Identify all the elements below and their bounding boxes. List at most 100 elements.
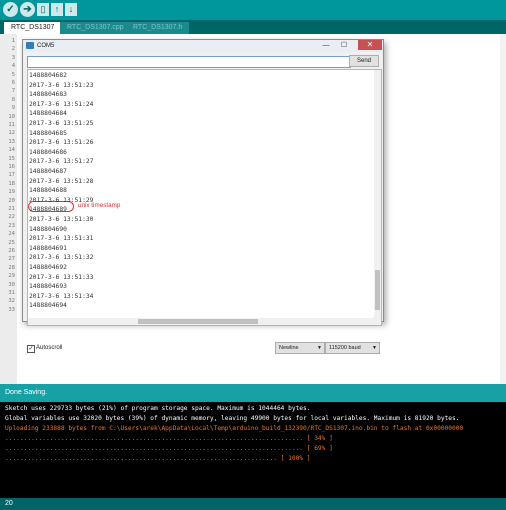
console-line: Sketch uses 229733 bytes (21%) of progra… xyxy=(5,405,311,412)
line-number: 29 xyxy=(8,273,15,280)
save-icon[interactable]: ↓ xyxy=(65,3,77,16)
line-number: 17 xyxy=(8,172,15,179)
console-line: Uploading 233888 bytes from C:\Users\are… xyxy=(5,425,464,432)
serial-line: 2017-3-6 13:51:33 xyxy=(29,273,94,281)
footer-line-number: 20 xyxy=(5,500,13,507)
line-number: 14 xyxy=(8,147,15,154)
chevron-down-icon: ▼ xyxy=(372,345,377,351)
serial-line: 2017-3-6 13:51:31 xyxy=(29,235,94,243)
tab-rtc-ds1307-h[interactable]: RTC_DS1307.h xyxy=(126,22,190,34)
baud-rate-value: 115200 baud xyxy=(329,345,361,351)
serial-line: 2017-3-6 13:51:28 xyxy=(29,177,94,185)
tab-rtc-ds1307-cpp[interactable]: RTC_DS1307.cpp xyxy=(60,22,131,34)
line-number: 8 xyxy=(11,96,15,103)
line-number: 22 xyxy=(8,214,15,221)
window-titlebar[interactable]: COM5 — ☐ ✕ xyxy=(23,40,383,52)
serial-line: 2017-3-6 13:51:26 xyxy=(29,139,94,147)
autoscroll-checkbox[interactable]: ✓ xyxy=(27,345,35,353)
line-number: 19 xyxy=(8,189,15,196)
minimize-icon[interactable]: — xyxy=(320,41,332,50)
line-number: 26 xyxy=(8,248,15,254)
console-line: ........................................… xyxy=(5,455,311,462)
line-number: 24 xyxy=(8,231,15,238)
line-number: 32 xyxy=(8,298,15,305)
tab-rtc-ds1307[interactable]: RTC_DS1307 xyxy=(4,22,62,34)
autoscroll-label: Autoscroll xyxy=(36,345,63,351)
line-number: 1 xyxy=(11,38,15,44)
console-line: ........................................… xyxy=(5,445,333,452)
line-number: 15 xyxy=(8,155,15,162)
line-number: 18 xyxy=(8,180,15,187)
serial-monitor-window: COM5 — ☐ ✕ Send unix timestamp 148880468… xyxy=(22,39,384,354)
serial-line: 2017-3-6 13:51:27 xyxy=(29,158,94,166)
serial-line: 1488804687 xyxy=(29,168,67,175)
new-icon[interactable]: ▯ xyxy=(37,3,49,16)
serial-line: 1488804684 xyxy=(29,110,67,118)
serial-line: 1488804682 xyxy=(29,72,67,79)
chevron-down-icon: ▼ xyxy=(317,345,322,351)
serial-line: 1488804683 xyxy=(29,91,67,99)
serial-line: 2017-3-6 13:51:30 xyxy=(29,216,94,223)
status-text: Done Saving. xyxy=(5,389,48,396)
line-number: 7 xyxy=(11,88,15,95)
serial-line: 1488804690 xyxy=(29,225,67,233)
serial-line: 1488804694 xyxy=(29,302,67,310)
line-number: 5 xyxy=(11,71,15,78)
status-bar: Done Saving. xyxy=(0,384,506,402)
serial-line: 2017-3-6 13:51:34 xyxy=(29,292,94,300)
verify-icon[interactable]: ✓ xyxy=(3,2,18,17)
line-number: 25 xyxy=(8,239,15,246)
line-number: 6 xyxy=(11,80,15,86)
line-ending-select[interactable]: Newline ▼ xyxy=(275,342,325,354)
close-icon[interactable]: ✕ xyxy=(358,40,382,50)
line-number: 12 xyxy=(8,130,15,137)
output-vertical-scrollbar[interactable] xyxy=(374,70,381,325)
line-number: 28 xyxy=(8,264,15,271)
serial-line: 2017-3-6 13:51:29 xyxy=(29,196,94,204)
line-number: 20 xyxy=(8,197,15,204)
maximize-icon[interactable]: ☐ xyxy=(338,41,350,50)
upload-icon[interactable]: ➔ xyxy=(20,2,35,17)
serial-line: 1488804692 xyxy=(29,264,67,271)
serial-line: 1488804691 xyxy=(29,244,67,252)
line-ending-value: Newline xyxy=(279,345,299,351)
serial-line: 1488804689 xyxy=(29,206,67,214)
serial-line: 1488804693 xyxy=(29,283,67,291)
editor-scrollbar[interactable] xyxy=(500,34,506,384)
serial-output: unix timestamp 1488804682 2017-3-6 13:51:… xyxy=(27,69,382,326)
line-number: 30 xyxy=(8,281,15,288)
output-horizontal-scrollbar[interactable] xyxy=(28,318,374,325)
serial-line: 2017-3-6 13:51:32 xyxy=(29,254,94,262)
serial-port-icon xyxy=(26,42,34,49)
console-output: Sketch uses 229733 bytes (21%) of progra… xyxy=(0,402,506,498)
send-button[interactable]: Send xyxy=(349,55,379,67)
line-number: 21 xyxy=(8,206,15,212)
console-line: Global variables use 32020 bytes (39%) o… xyxy=(5,415,460,422)
baud-rate-select[interactable]: 115200 baud ▼ xyxy=(325,342,380,354)
window-title: COM5 xyxy=(37,43,55,49)
line-number: 16 xyxy=(8,164,15,170)
toolbar: ✓ ➔ ▯ ↑ ↓ xyxy=(0,0,506,20)
footer-bar: 20 xyxy=(0,498,506,510)
line-number: 23 xyxy=(8,222,15,229)
horizontal-scroll-thumb[interactable] xyxy=(138,319,258,324)
serial-line: 2017-3-6 13:51:23 xyxy=(29,81,94,89)
serial-line: 2017-3-6 13:51:25 xyxy=(29,120,94,127)
line-number: 3 xyxy=(11,54,15,61)
vertical-scroll-thumb[interactable] xyxy=(375,270,380,310)
line-number: 33 xyxy=(8,306,15,313)
line-number: 2 xyxy=(11,46,15,53)
line-number-gutter: 1 2 3 4 5 6 7 8 9 10 11 12 13 14 15 16 17 18 19 20 21 22 23 24 2… xyxy=(0,34,17,384)
serial-line: 2017-3-6 13:51:24 xyxy=(29,100,94,108)
serial-line: 1488804685 xyxy=(29,129,67,137)
line-number: 11 xyxy=(8,122,15,128)
console-line: ........................................… xyxy=(5,435,333,442)
line-number: 9 xyxy=(11,105,15,112)
line-number: 10 xyxy=(8,113,15,120)
serial-send-input[interactable] xyxy=(27,56,351,68)
open-icon[interactable]: ↑ xyxy=(51,3,63,16)
serial-line: 1488804688 xyxy=(29,187,67,195)
line-number: 27 xyxy=(8,256,15,263)
line-number: 13 xyxy=(8,138,15,145)
line-number: 31 xyxy=(8,290,15,296)
